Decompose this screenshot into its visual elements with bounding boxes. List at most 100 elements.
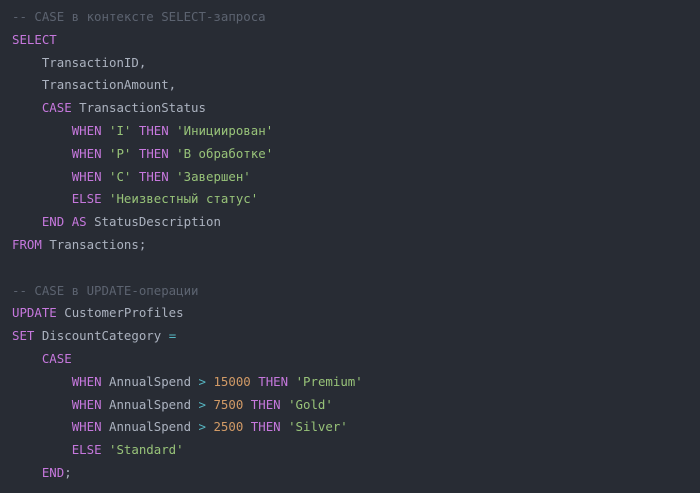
code-line: ELSE 'Неизвестный статус' xyxy=(12,188,700,211)
code-line: ELSE 'Standard' xyxy=(12,439,700,462)
string-literal: 'Gold' xyxy=(288,396,333,412)
number-literal: 7500 xyxy=(213,396,244,412)
sql-keyword: CASE xyxy=(41,350,72,366)
sql-keyword: WHEN xyxy=(71,396,102,412)
number-literal: 2500 xyxy=(213,419,244,435)
identifier: Transactions xyxy=(49,236,139,252)
punctuation: , xyxy=(168,77,177,93)
sql-keyword: UPDATE xyxy=(12,305,57,321)
identifier: DiscountCategory xyxy=(41,328,162,344)
identifier: AnnualSpend xyxy=(109,373,192,389)
sql-keyword: WHEN xyxy=(71,419,102,435)
sql-keyword: THEN xyxy=(250,419,281,435)
sql-keyword: FROM xyxy=(12,236,42,252)
sql-keyword: THEN xyxy=(250,396,281,412)
sql-keyword: THEN xyxy=(138,168,169,184)
sql-keyword: ELSE xyxy=(71,191,102,207)
string-literal: 'В обработке' xyxy=(176,145,274,161)
sql-keyword: ELSE xyxy=(71,442,102,458)
sql-keyword: END xyxy=(41,464,65,480)
string-literal: 'I' xyxy=(109,122,132,138)
code-line: WHEN 'C' THEN 'Завершен' xyxy=(12,166,700,189)
code-line: -- CASE в UPDATE-операции xyxy=(12,280,700,303)
string-literal: 'Premium' xyxy=(295,373,363,389)
string-literal: 'Инициирован' xyxy=(176,122,274,138)
code-block[interactable]: -- CASE в контексте SELECT-запроса SELECT… xyxy=(12,6,700,485)
sql-keyword: SET xyxy=(12,328,35,344)
code-comment: -- CASE в UPDATE-операции xyxy=(12,282,199,298)
code-line: CASE xyxy=(12,348,700,371)
code-line: TransactionAmount, xyxy=(12,74,700,97)
punctuation: ; xyxy=(64,464,72,480)
string-literal: 'P' xyxy=(109,145,132,161)
code-line: UPDATE CustomerProfiles xyxy=(12,302,700,325)
identifier: AnnualSpend xyxy=(109,396,192,412)
code-line: FROM Transactions; xyxy=(12,234,700,257)
code-line: WHEN 'P' THEN 'В обработке' xyxy=(12,143,700,166)
identifier: CustomerProfiles xyxy=(64,305,184,321)
code-line: WHEN AnnualSpend > 7500 THEN 'Gold' xyxy=(12,394,700,417)
operator: > xyxy=(198,419,206,435)
sql-keyword: END xyxy=(41,214,65,230)
string-literal: 'Standard' xyxy=(109,442,184,458)
operator: > xyxy=(198,373,206,389)
identifier: StatusDescription xyxy=(94,214,221,230)
code-line: CASE TransactionStatus xyxy=(12,97,700,120)
string-literal: 'Silver' xyxy=(288,419,348,435)
sql-keyword: THEN xyxy=(138,122,169,138)
sql-keyword: WHEN xyxy=(71,168,102,184)
sql-keyword: THEN xyxy=(258,373,289,389)
code-line: SET DiscountCategory = xyxy=(12,325,700,348)
code-line: SELECT xyxy=(12,29,700,52)
sql-keyword: SELECT xyxy=(12,31,57,47)
operator: = xyxy=(168,328,177,344)
string-literal: 'Неизвестный статус' xyxy=(109,191,259,207)
identifier: TransactionID xyxy=(41,54,139,70)
identifier: AnnualSpend xyxy=(109,419,192,435)
sql-keyword: AS xyxy=(71,214,87,230)
string-literal: 'Завершен' xyxy=(176,168,251,184)
code-comment: -- CASE в контексте SELECT-запроса xyxy=(12,9,266,24)
punctuation: , xyxy=(138,54,147,70)
code-editor[interactable]: -- CASE в контексте SELECT-запроса SELECT… xyxy=(0,0,700,493)
code-line: TransactionID, xyxy=(12,52,700,75)
code-line: -- CASE в контексте SELECT-запроса xyxy=(12,6,700,29)
code-line: WHEN AnnualSpend > 15000 THEN 'Premium' xyxy=(12,371,700,394)
sql-keyword: CASE xyxy=(41,100,72,116)
sql-keyword: WHEN xyxy=(71,145,102,161)
identifier: TransactionAmount xyxy=(41,77,169,93)
